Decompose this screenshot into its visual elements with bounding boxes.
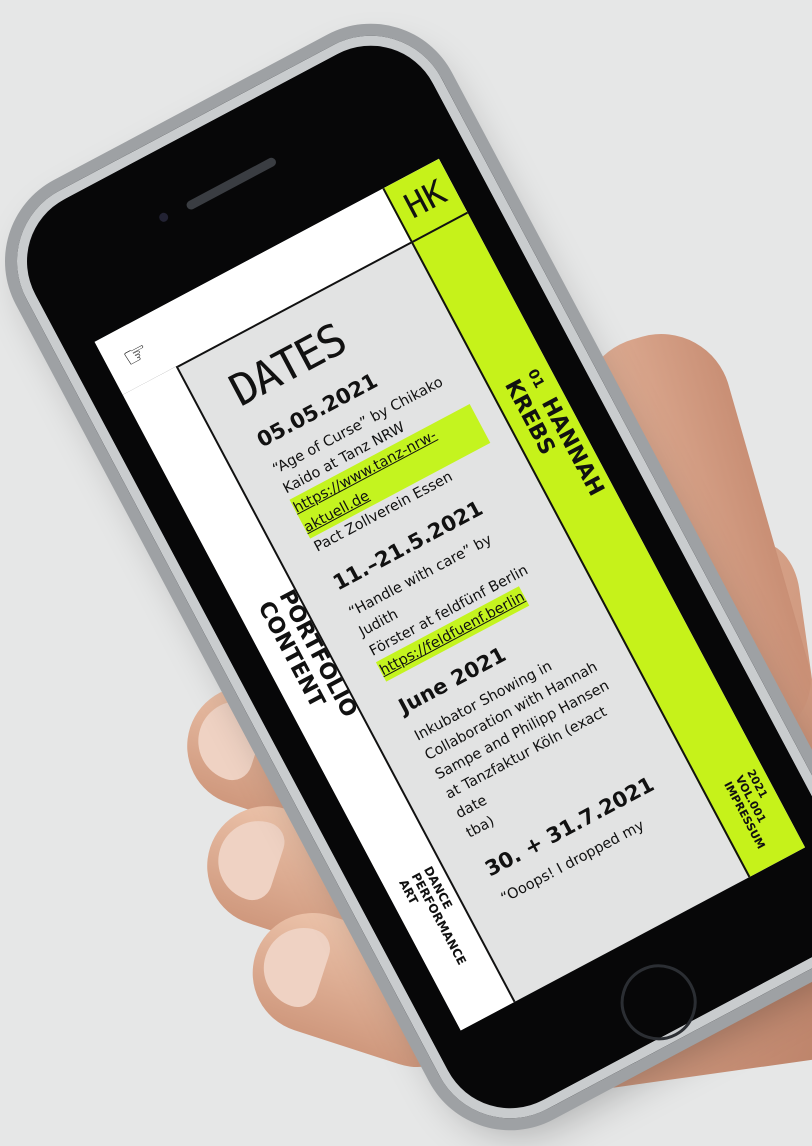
earpiece-speaker — [185, 156, 278, 212]
front-camera — [157, 211, 170, 224]
phone: ☞ PORTFOLIO CONTENT DANCE PERFORMANCE AR… — [0, 0, 812, 1146]
phone-body: ☞ PORTFOLIO CONTENT DANCE PERFORMANCE AR… — [0, 7, 812, 1146]
pointing-hand-icon[interactable]: ☞ — [117, 334, 155, 375]
meta-info[interactable]: 2021 VOL.001 IMPRESSUM — [721, 767, 790, 851]
phone-screen: ☞ PORTFOLIO CONTENT DANCE PERFORMANCE AR… — [94, 158, 806, 1031]
